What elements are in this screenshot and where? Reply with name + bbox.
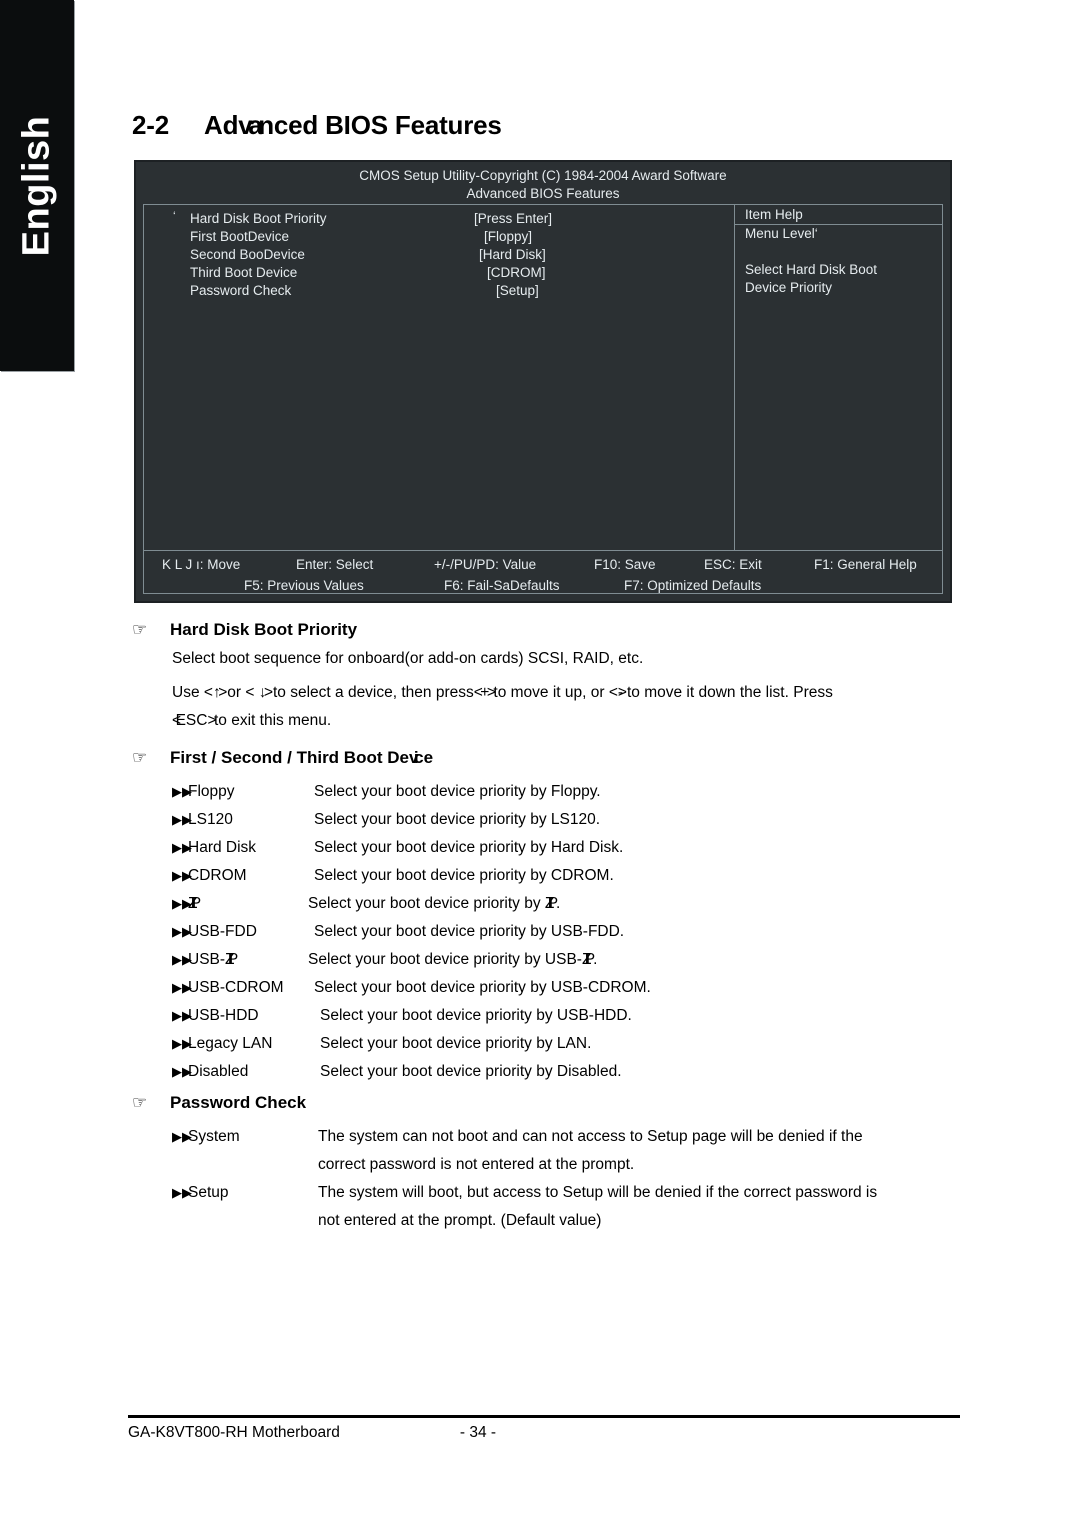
key-f1-help: F1: General Help <box>814 557 917 572</box>
pointing-hand-icon: ☞ <box>132 748 148 767</box>
option-name: Legacy LAN <box>188 1035 273 1052</box>
section-title: Advanced BIOS Features <box>204 110 502 140</box>
option-description: Select your boot device priority by Disa… <box>320 1063 622 1080</box>
bios-row[interactable]: First Boot Device [Floppy] <box>144 228 734 246</box>
option-name: USB-HDD <box>188 1007 259 1024</box>
page-title: 2-2 Advanced BIOS Features <box>132 110 502 141</box>
bios-frame: ‘ Hard Disk Boot Priority [Press Enter] … <box>143 204 943 594</box>
key-move: K L J ı: Move <box>162 557 241 572</box>
bios-row[interactable]: Password Check [Setup] <box>144 282 734 300</box>
footer-page-number: - 34 - <box>459 1424 497 1441</box>
option-name: Disabled <box>188 1063 249 1080</box>
option-description-continued: correct password is not entered at the p… <box>318 1156 635 1173</box>
row-value[interactable]: [Hard Disk] <box>479 246 546 264</box>
bios-key-legend-line-1: K L J ı: Move Enter: Select +/-/PU/PD: V… <box>144 551 942 576</box>
option-description: Select your boot device priority by USB-… <box>308 951 598 968</box>
option-name: Hard Disk <box>188 839 257 856</box>
bios-row[interactable]: ‘ Hard Disk Boot Priority [Press Enter] <box>144 209 734 228</box>
bios-utility-title: CMOS Setup Utility-Copyright (C) 1984-20… <box>359 168 727 183</box>
key-value: +/-/PU/PD: Value <box>434 557 537 572</box>
row-label: Third Boot Device <box>190 265 298 280</box>
key-f6-failsafe: F6: Fail-Sa Defaults <box>444 578 560 593</box>
row-label: Second Boo Device <box>190 247 305 262</box>
key-f7-optimized: F7: Optimized Defaults <box>624 578 762 593</box>
section-heading-label: Password Check <box>170 1093 307 1112</box>
language-tab-label: English <box>15 115 58 256</box>
bios-key-legend: K L J ı: Move Enter: Select +/-/PU/PD: V… <box>144 550 942 595</box>
help-text-line-1: Select Hard Disk Boot <box>745 262 878 277</box>
option-name: USB-ZIP <box>188 951 239 968</box>
option-name: LS120 <box>188 811 233 828</box>
paragraph-exit-menu: <ESC>to exit this menu. <box>172 712 332 729</box>
section-heading-boot-device: ☞ First / Second / Third Boot Device <box>132 748 433 768</box>
item-help-header: Item Help <box>735 205 942 225</box>
key-f10-save: F10: Save <box>594 557 656 572</box>
paragraph-boot-sequence: Select boot sequence for onboard(or add-… <box>172 650 644 667</box>
help-text-line-2: Device Priority <box>745 280 833 295</box>
row-label: Password Check <box>190 283 292 298</box>
row-label: First Boot Device <box>190 229 290 244</box>
section-heading-hard-disk-boot-priority: ☞ Hard Disk Boot Priority <box>132 620 357 640</box>
option-description: Select your boot device priority by Flop… <box>314 783 601 800</box>
option-name: ZIP <box>188 895 202 912</box>
key-esc-exit: ESC: Exit <box>704 557 762 572</box>
footer-divider <box>128 1415 960 1418</box>
option-description: The system can not boot and can not acce… <box>318 1128 863 1145</box>
page-content: 2-2 Advanced BIOS Features CMOS Setup Uti… <box>128 0 968 1532</box>
option-description: Select your boot device priority by USB-… <box>320 1007 632 1024</box>
section-heading-label: First / Second / Third Boot Device <box>170 748 434 767</box>
pointing-hand-icon: ☞ <box>132 1093 148 1112</box>
bios-title-area: CMOS Setup Utility-Copyright (C) 1984-20… <box>136 162 950 203</box>
option-description: Select your boot device priority by LAN. <box>320 1035 592 1052</box>
option-name: System <box>188 1128 240 1145</box>
bios-setup-screenshot: CMOS Setup Utility-Copyright (C) 1984-20… <box>134 160 952 603</box>
option-description: Select your boot device priority by ZIP. <box>308 895 561 912</box>
row-value[interactable]: [Press Enter] <box>474 210 552 228</box>
key-f5-previous: F5: Previous Values <box>244 578 364 593</box>
bios-row[interactable]: Second Boo Device [Hard Disk] <box>144 246 734 264</box>
option-name: USB-FDD <box>188 923 257 940</box>
bios-row[interactable]: Third Boot Device [CDROM] <box>144 264 734 282</box>
option-name: USB-CDROM <box>188 979 284 996</box>
section-heading-label: Hard Disk Boot Priority <box>170 620 358 639</box>
language-tab: English <box>0 0 74 371</box>
option-description-continued: not entered at the prompt. (Default valu… <box>318 1212 602 1229</box>
bios-page-title: Advanced BIOS Features <box>466 186 620 201</box>
option-name: CDROM <box>188 867 247 884</box>
option-name: Setup <box>188 1184 229 1201</box>
menu-level-label: Menu Level‘ <box>745 226 818 241</box>
row-marker: ‘ <box>173 209 176 223</box>
section-number: 2-2 <box>132 110 169 140</box>
help-spacer <box>735 243 942 261</box>
bios-key-legend-line-2: F5: Previous Values F6: Fail-Sa Defaults… <box>144 576 942 596</box>
option-description: The system will boot, but access to Setu… <box>318 1184 878 1201</box>
key-enter-select: Enter: Select <box>296 557 374 572</box>
option-description: Select your boot device priority by USB-… <box>314 979 651 996</box>
bios-settings-list: ‘ Hard Disk Boot Priority [Press Enter] … <box>144 205 734 550</box>
section-heading-password-check: ☞ Password Check <box>132 1093 306 1113</box>
row-value[interactable]: [Floppy] <box>484 228 532 246</box>
option-description: Select your boot device priority by LS12… <box>314 811 601 828</box>
option-description: Select your boot device priority by Hard… <box>314 839 624 856</box>
paragraph-use-keys: Use <↑>or < ↓>to select a device, then p… <box>172 684 833 701</box>
option-description: Select your boot device priority by USB-… <box>314 923 625 940</box>
option-name: Floppy <box>188 783 235 800</box>
row-label: Hard Disk Boot Priority <box>190 211 327 226</box>
option-description: Select your boot device priority by CDRO… <box>314 867 614 884</box>
pointing-hand-icon: ☞ <box>132 620 148 639</box>
bios-body: ‘ Hard Disk Boot Priority [Press Enter] … <box>144 205 942 550</box>
bios-item-help-panel: Item Help Menu Level‘ Select Hard Disk B… <box>734 205 942 550</box>
row-value[interactable]: [CDROM] <box>487 264 546 282</box>
row-value[interactable]: [Setup] <box>496 282 539 300</box>
